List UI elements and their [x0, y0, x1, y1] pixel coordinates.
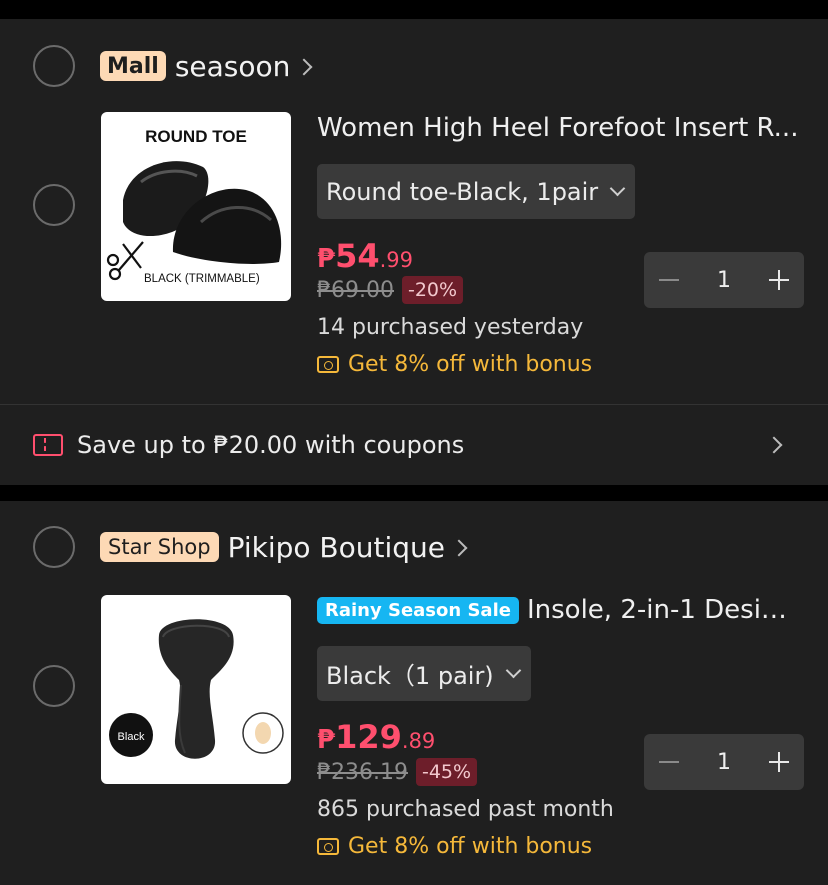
price-original-row: ₱69.00 -20%	[317, 276, 464, 304]
image-color-label: Black	[118, 731, 145, 743]
product-image[interactable]: Black	[101, 595, 291, 784]
star-shop-badge: Star Shop	[100, 532, 219, 562]
store-name[interactable]: seasoon	[175, 50, 291, 83]
product-title[interactable]: Women High Heel Forefoot Insert R...	[317, 113, 803, 143]
current-price: ₱ 129 .89	[317, 718, 435, 756]
bonus-text: Get 8% off with bonus	[348, 834, 593, 859]
mall-badge: Mall	[100, 51, 166, 81]
image-caption: BLACK (TRIMMABLE)	[144, 273, 260, 285]
heel-insole-image: Black	[109, 619, 284, 759]
price-decimal: .99	[379, 248, 414, 272]
sold-count: 865 purchased past month	[317, 797, 614, 822]
variant-label: Black（1 pair)	[326, 662, 494, 690]
current-price: ₱ 54 .99	[317, 237, 413, 275]
store-select-radio[interactable]	[33, 526, 75, 568]
store-card-pikipo: Star Shop Pikipo Boutique Black Rainy Se…	[0, 501, 828, 885]
quantity-stepper[interactable]: 1	[644, 252, 804, 308]
product-title[interactable]: Insole, 2-in-1 Design,...	[527, 595, 803, 625]
coupon-bonus-icon	[317, 356, 339, 373]
store-header[interactable]: Mall seasoon	[100, 46, 313, 86]
discount-badge: -45%	[415, 758, 478, 786]
image-heading: ROUND TOE	[145, 127, 247, 146]
chevron-down-icon	[505, 662, 521, 679]
variant-selector[interactable]: Black（1 pair)	[317, 646, 531, 701]
product-select-radio[interactable]	[33, 184, 75, 226]
bonus-offer[interactable]: Get 8% off with bonus	[317, 352, 592, 377]
coupon-row[interactable]: Save up to ₱20.00 with coupons	[0, 405, 828, 485]
quantity-value[interactable]: 1	[694, 750, 754, 775]
rainy-season-sale-badge: Rainy Season Sale	[317, 596, 519, 624]
chevron-right-icon	[765, 436, 783, 454]
store-header[interactable]: Star Shop Pikipo Boutique	[100, 527, 468, 567]
decrease-quantity-button[interactable]	[644, 734, 694, 790]
coupon-text: Save up to ₱20.00 with coupons	[77, 431, 465, 459]
quantity-value[interactable]: 1	[694, 268, 754, 293]
original-price: ₱69.00	[317, 277, 394, 303]
coupon-bonus-icon	[317, 838, 339, 855]
product-select-radio[interactable]	[33, 665, 75, 707]
product-title-row[interactable]: Rainy Season Sale Insole, 2-in-1 Design,…	[317, 595, 803, 625]
chevron-right-icon[interactable]	[450, 539, 468, 557]
variant-label: Round toe-Black, 1pair	[326, 177, 599, 206]
variant-selector[interactable]: Round toe-Black, 1pair	[317, 164, 636, 219]
price-currency: ₱	[317, 725, 336, 755]
increase-quantity-button[interactable]	[754, 734, 804, 790]
discount-badge: -20%	[401, 276, 464, 304]
ticket-icon	[33, 434, 63, 456]
price-original-row: ₱236.19 -45%	[317, 758, 478, 786]
minus-icon	[659, 761, 679, 763]
bonus-text: Get 8% off with bonus	[348, 352, 593, 377]
price-integer: 54	[335, 237, 380, 275]
increase-quantity-button[interactable]	[754, 252, 804, 308]
price-integer: 129	[335, 718, 402, 756]
product-image[interactable]: ROUND TOE BLACK (TRIMMABLE)	[101, 112, 291, 301]
chevron-down-icon	[609, 180, 626, 197]
price-decimal: .89	[401, 729, 436, 753]
store-name[interactable]: Pikipo Boutique	[228, 531, 445, 564]
decrease-quantity-button[interactable]	[644, 252, 694, 308]
chevron-right-icon[interactable]	[295, 58, 313, 76]
sold-count: 14 purchased yesterday	[317, 315, 584, 340]
round-toe-insert-image: ROUND TOE BLACK (TRIMMABLE)	[106, 127, 282, 285]
store-select-radio[interactable]	[33, 45, 75, 87]
minus-icon	[659, 279, 679, 281]
price-currency: ₱	[317, 244, 336, 274]
bonus-offer[interactable]: Get 8% off with bonus	[317, 834, 592, 859]
quantity-stepper[interactable]: 1	[644, 734, 804, 790]
store-card-seasoon: Mall seasoon ROUND TOE BLACK (TRIMMABLE)…	[0, 19, 828, 485]
original-price: ₱236.19	[317, 759, 408, 785]
